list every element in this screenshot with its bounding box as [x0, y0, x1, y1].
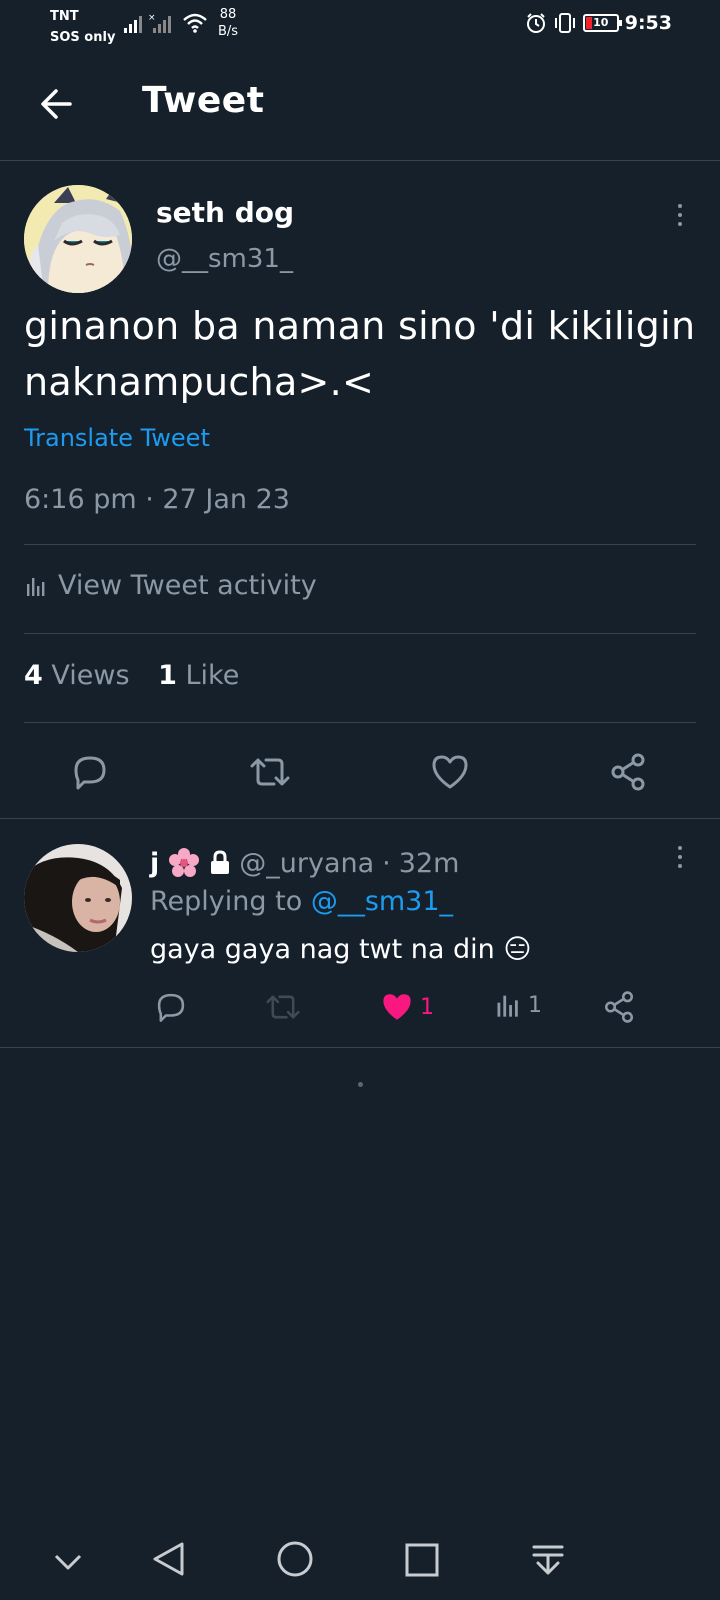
like-icon[interactable] [430, 752, 470, 792]
speed-unit: B/s [218, 24, 239, 39]
reply-retweet-icon [266, 995, 300, 1019]
reply-avatar-photo [24, 844, 132, 952]
avatar-illustration [24, 185, 132, 293]
tweet-text: ginanon ba naman sino 'di kikiligin nakn… [24, 298, 695, 410]
replying-to-label: Replying to [150, 886, 303, 917]
reply-header: j @_uryana · 32m [150, 846, 459, 880]
network-speed: 88 B/s [218, 6, 238, 40]
views-label: Views [51, 660, 130, 691]
svg-text:×: × [148, 13, 156, 23]
alarm-icon [526, 13, 545, 33]
tweet-text-line: naknampucha>.< [24, 360, 375, 404]
analytics-icon [27, 577, 45, 596]
likes-stat[interactable]: 1 Like [158, 660, 239, 691]
replying-to-handle[interactable]: @__sm31_ [311, 886, 453, 917]
tweet-date: 27 Jan 23 [162, 484, 290, 515]
tweet-author-handle[interactable]: @__sm31_ [156, 244, 293, 274]
tweet-time: 6:16 pm [24, 484, 137, 515]
nav-back-icon[interactable] [150, 1540, 186, 1578]
views-count: 4 [24, 660, 43, 691]
reply-text: gaya gaya nag twt na din 😑 [150, 934, 532, 965]
separator-dot: · [145, 484, 163, 515]
reply-like-count: 1 [420, 994, 434, 1020]
page-title: Tweet [142, 80, 265, 121]
status-right: 10 9:53 [525, 12, 672, 34]
analytics-icon [497, 995, 518, 1017]
battery-icon: 10 [582, 14, 622, 32]
cherry-blossom-icon [169, 848, 200, 877]
separator-dot: · [382, 847, 391, 879]
avatar[interactable] [24, 185, 132, 293]
vibrate-icon [554, 13, 575, 33]
replying-to: Replying to @__sm31_ [150, 886, 453, 917]
view-tweet-activity[interactable]: View Tweet activity [24, 570, 317, 601]
views-stat[interactable]: 4 Views [24, 660, 138, 691]
more-options-icon[interactable] [678, 204, 684, 226]
battery-level: 10 [593, 16, 609, 29]
divider [0, 818, 720, 819]
tweet-author-name[interactable]: seth dog [156, 196, 294, 229]
reply-views-button[interactable]: 1 [494, 990, 542, 1020]
reply-avatar[interactable] [24, 844, 132, 952]
signal-icon: × [124, 13, 171, 33]
divider [24, 722, 696, 723]
nav-recents-icon[interactable] [404, 1542, 440, 1578]
wifi-icon [183, 13, 207, 33]
carrier-name: TNT [50, 9, 79, 24]
tweet-text-line: ginanon ba naman sino 'di kikiligin [24, 304, 696, 348]
back-arrow-icon[interactable] [38, 86, 74, 122]
tweet-timestamp: 6:16 pm · 27 Jan 23 [24, 484, 290, 515]
likes-count: 1 [158, 660, 177, 691]
tweet-stats: 4 Views 1 Like [24, 660, 239, 691]
divider [24, 544, 696, 545]
view-tweet-activity-label: View Tweet activity [58, 570, 317, 601]
divider [24, 633, 696, 634]
header-divider [0, 160, 720, 161]
notification-shade-icon[interactable] [530, 1542, 566, 1578]
lock-icon [211, 850, 230, 874]
speed-value: 88 [219, 7, 237, 22]
status-time: 9:53 [624, 12, 672, 34]
loading-indicator [358, 1082, 363, 1087]
status-carrier: TNT SOS only [50, 6, 115, 48]
liked-heart-icon [383, 994, 411, 1020]
likes-label: Like [185, 660, 240, 691]
divider [0, 1047, 720, 1048]
reply-more-options-icon[interactable] [678, 846, 684, 868]
reply-age: 32m [398, 847, 460, 879]
sos-label: SOS only [50, 30, 116, 45]
share-icon[interactable] [608, 752, 648, 792]
reply-author-handle[interactable]: @_uryana [239, 848, 374, 879]
reply-share-icon[interactable] [602, 990, 636, 1024]
retweet-icon[interactable] [248, 752, 292, 792]
nav-home-icon[interactable] [276, 1540, 314, 1578]
chevron-down-icon[interactable] [52, 1546, 84, 1578]
reply-reply-icon[interactable] [154, 990, 188, 1024]
reply-views-count: 1 [528, 992, 542, 1018]
reply-author-name[interactable]: j [150, 848, 159, 879]
translate-tweet-link[interactable]: Translate Tweet [24, 424, 210, 452]
reply-like-button[interactable]: 1 [380, 990, 434, 1024]
reply-icon[interactable] [70, 752, 110, 792]
